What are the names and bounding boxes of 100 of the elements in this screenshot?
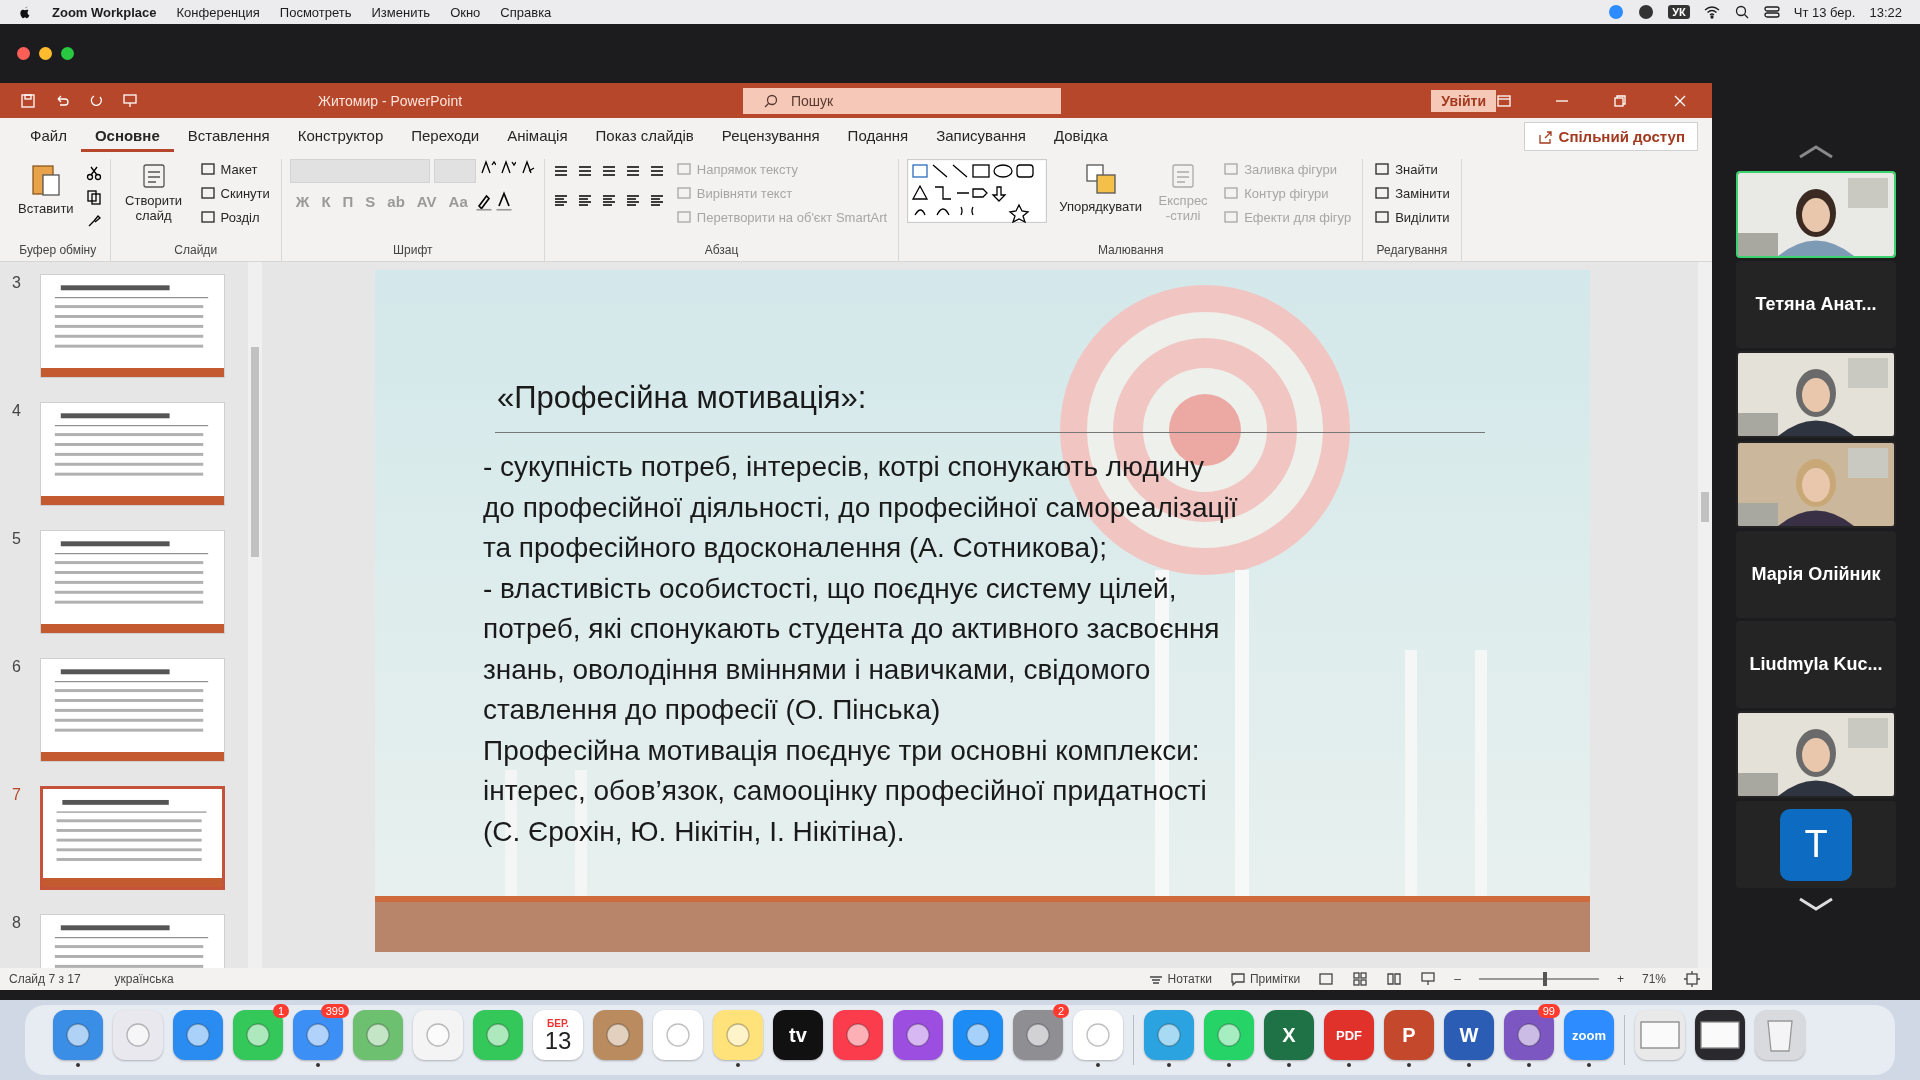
search-field[interactable]: Пошук [742, 87, 1062, 114]
align-icon [552, 193, 569, 209]
ribbon-tab[interactable]: Рецензування [707, 121, 834, 152]
slide-text-line: Професійна мотивація поєднує три основні комплекси: [483, 733, 1201, 768]
zoom-thumb[interactable] [1542, 972, 1547, 986]
list-icon [552, 163, 569, 179]
scrollbar[interactable] [248, 262, 262, 968]
ribbon-display-icon [1496, 92, 1512, 109]
dock-app-icon[interactable]: tv [773, 1010, 823, 1060]
slide-thumbnail[interactable] [40, 786, 225, 890]
ribbon-tab[interactable]: Подання [833, 121, 923, 152]
shapes-gallery-icon [907, 159, 1048, 223]
app-icon [483, 1020, 513, 1050]
arrange-button[interactable]: Упорядкувати [1055, 159, 1147, 216]
app-menu[interactable]: Zoom Workplace [52, 4, 157, 20]
dock-app-icon[interactable]: БЕР. 13 [533, 1010, 583, 1060]
participant-tile[interactable]: Liudmyla Kuc... [1736, 621, 1896, 708]
app-icon [663, 1020, 693, 1050]
slide-number: 5 [12, 530, 22, 549]
chevron-down-icon[interactable] [1798, 897, 1834, 911]
shrink-font-icon [499, 159, 516, 175]
zoom-out-button[interactable]: – [1454, 972, 1461, 986]
fit-slide-icon [1684, 971, 1700, 987]
minimize-icon [1556, 99, 1568, 102]
minimize-icon[interactable] [39, 47, 52, 60]
dock-app-icon[interactable]: P [1384, 1010, 1434, 1060]
align-icon [600, 193, 617, 209]
sign-in-button[interactable]: Увійти [1431, 89, 1496, 112]
menu-item[interactable]: Конференция [176, 4, 260, 20]
app-icon [963, 1020, 993, 1050]
ribbon-tab[interactable]: Записування [922, 121, 1040, 152]
dock-app-icon[interactable]: PDF [1324, 1010, 1374, 1060]
window-title: Житомир - PowerPoint [318, 92, 464, 109]
share-button[interactable]: Спільний доступ [1523, 122, 1698, 151]
paste-button[interactable]: Вставити [14, 159, 78, 218]
ribbon-tab[interactable]: Конструктор [283, 121, 398, 152]
ribbon-tab[interactable]: Файл [16, 121, 81, 152]
notes-button[interactable]: Нотатки [1147, 971, 1212, 987]
dock-app-icon[interactable]: X [1264, 1010, 1314, 1060]
align-icon [648, 193, 665, 209]
app-icon [63, 1020, 93, 1050]
comments-button[interactable]: Примітки [1229, 971, 1301, 987]
notification-badge: 99 [1537, 1004, 1560, 1018]
app-icon [1214, 1020, 1244, 1050]
slide-text-line: до професійної діяльності, до професійної самореалізації [483, 490, 1239, 525]
group-label: Слайди [173, 243, 219, 259]
app-icon [723, 1020, 753, 1050]
group-label: Абзац [703, 243, 740, 259]
window-icon [1640, 1021, 1680, 1049]
ribbon-tab[interactable]: Переходи [397, 121, 494, 152]
app-label: tv [789, 1023, 807, 1047]
ribbon-tab[interactable]: Вставлення [173, 121, 284, 152]
ribbon-tab[interactable]: Анімація [493, 121, 582, 152]
reading-view-icon [1386, 971, 1403, 987]
menu-date[interactable]: Чт 13 бер. [1793, 4, 1856, 20]
app-label: P [1402, 1023, 1416, 1047]
notification-badge: 399 [320, 1004, 349, 1018]
slide-number: 3 [12, 274, 22, 293]
ribbon-tab[interactable]: Основне [80, 121, 174, 152]
participant-tile[interactable]: Марія Олійник [1736, 531, 1896, 618]
participant-tile[interactable]: T [1736, 801, 1896, 888]
close-icon[interactable] [17, 47, 30, 60]
participant-name: Liudmyla Kuc... [1749, 654, 1883, 675]
zoom-slider[interactable] [1478, 972, 1599, 986]
ribbon-tab[interactable]: Показ слайдів [581, 121, 708, 152]
align-icon [576, 193, 593, 209]
app-icon [843, 1020, 873, 1050]
app-label: W [1459, 1023, 1479, 1047]
input-source[interactable]: УК [1668, 5, 1690, 19]
ribbon-command[interactable]: Макет [196, 159, 273, 179]
ribbon-tab[interactable]: Довідка [1039, 121, 1122, 152]
menu-item[interactable]: Изменить [371, 4, 431, 20]
menu-time[interactable]: 13:22 [1869, 4, 1902, 20]
font-name-field[interactable] [289, 159, 430, 183]
menu-item[interactable]: Посмотреть [279, 4, 352, 20]
slide-number: 4 [12, 402, 22, 421]
zoom-percent[interactable]: 71% [1641, 972, 1666, 986]
ribbon-command[interactable]: Знайти [1371, 159, 1453, 179]
maximize-icon[interactable] [61, 47, 74, 60]
participant-tile[interactable]: Тетяна Анат... [1736, 261, 1896, 348]
slide-text-line: та професійного вдосконалення (А. Сотникова); [483, 531, 1109, 565]
chevron-up-icon[interactable] [1798, 145, 1834, 159]
language-label[interactable]: українська [114, 972, 174, 986]
font-size-field[interactable] [433, 159, 476, 183]
scrollbar[interactable] [1698, 262, 1712, 968]
app-icon [123, 1020, 153, 1050]
menu-item[interactable]: Справка [500, 4, 552, 20]
slide-text-line: інтерес, обов’язок, самооцінку професійної придатності [483, 774, 1208, 808]
ribbon-command[interactable]: Скинути [196, 183, 273, 203]
menu-item[interactable]: Окно [450, 4, 481, 20]
ribbon-command[interactable]: Замінити [1371, 183, 1453, 203]
search-placeholder: Пошук [790, 92, 834, 109]
dock-app-icon[interactable] [1695, 1010, 1745, 1060]
new-slide-button[interactable]: Створити слайд [118, 159, 189, 225]
dock-app-icon[interactable]: W [1444, 1010, 1494, 1060]
zoom-in-button[interactable]: + [1616, 972, 1624, 986]
list-icon [624, 163, 641, 179]
ribbon-command[interactable]: Розділ [196, 207, 273, 227]
ribbon-command[interactable]: Виділити [1371, 207, 1453, 227]
app-icon [603, 1020, 633, 1050]
